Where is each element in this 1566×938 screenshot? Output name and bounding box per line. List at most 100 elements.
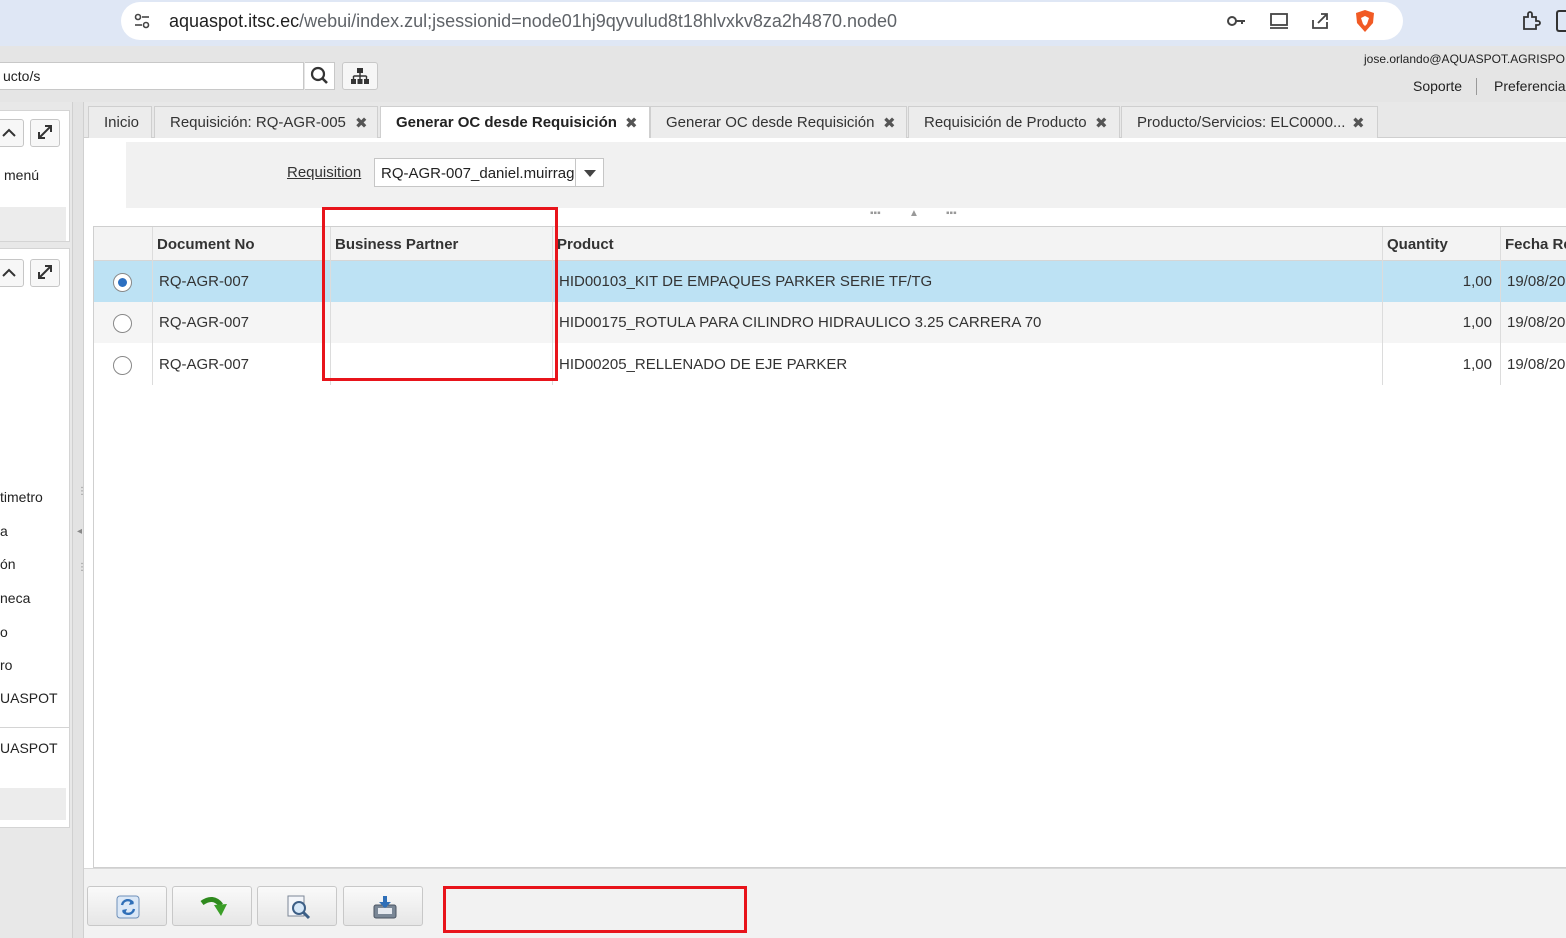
favorite-item[interactable]: o bbox=[0, 624, 8, 640]
zoom-icon bbox=[287, 895, 311, 920]
menu-label: menú bbox=[4, 167, 40, 183]
collapse-button-2[interactable] bbox=[0, 259, 24, 287]
close-icon[interactable]: ✖ bbox=[1095, 114, 1108, 132]
support-link[interactable]: Soporte bbox=[1413, 78, 1462, 94]
cell-quantity: 1,00 bbox=[1462, 314, 1492, 331]
sidebar-icon[interactable] bbox=[1556, 10, 1566, 32]
address-bar[interactable]: aquaspot.itsc.ec/webui/index.zul;jsessio… bbox=[121, 2, 1403, 40]
cast-icon[interactable] bbox=[1267, 10, 1291, 34]
brave-shield-icon[interactable] bbox=[1354, 9, 1376, 33]
ok-button[interactable] bbox=[172, 886, 252, 926]
column-header-document-no[interactable]: Document No bbox=[157, 236, 255, 253]
search-button[interactable] bbox=[305, 62, 335, 90]
favorite-item[interactable]: ón bbox=[0, 556, 16, 572]
activities-panel: UASPOT bbox=[0, 728, 70, 828]
tab-producto-servicios[interactable]: Producto/Servicios: ELC0000... ✖ bbox=[1121, 106, 1378, 138]
collapse-button[interactable] bbox=[0, 119, 24, 147]
refresh-button[interactable] bbox=[87, 886, 167, 926]
column-divider bbox=[152, 227, 153, 385]
grid-header bbox=[94, 227, 1566, 261]
left-splitter[interactable]: ⋮ ◂ ⋮ bbox=[72, 102, 87, 938]
maximize-button[interactable] bbox=[30, 119, 60, 147]
tab-label: Inicio bbox=[104, 114, 140, 131]
menu-panel-footer bbox=[0, 207, 66, 241]
collapse-handle[interactable]: ▪▪▪ bbox=[946, 208, 957, 219]
ok-arrow-icon bbox=[200, 897, 227, 916]
favorite-item[interactable]: UASPOT bbox=[0, 690, 58, 706]
cell-fecha: 19/08/20 bbox=[1507, 314, 1566, 331]
tab-requisicion-rq-agr-005[interactable]: Requisición: RQ-AGR-005 ✖ bbox=[154, 106, 378, 138]
key-icon[interactable] bbox=[1224, 10, 1248, 34]
requisition-field[interactable]: RQ-AGR-007_daniel.muirragui bbox=[374, 158, 576, 187]
browser-toolbar: aquaspot.itsc.ec/webui/index.zul;jsessio… bbox=[0, 0, 1566, 46]
collapse-arrow-icon[interactable]: ▲ bbox=[909, 208, 919, 219]
favorite-item[interactable]: a bbox=[0, 523, 8, 539]
search-icon bbox=[310, 66, 328, 84]
cell-fecha: 19/08/20 bbox=[1507, 273, 1566, 290]
tab-inicio[interactable]: Inicio bbox=[88, 106, 152, 138]
splitter-grip: ⋮ bbox=[77, 486, 87, 497]
table-row[interactable]: RQ-AGR-007 HID00205_RELLENADO DE EJE PAR… bbox=[94, 344, 1566, 385]
tab-label: Generar OC desde Requisición bbox=[666, 114, 875, 131]
tab-label: Producto/Servicios: ELC0000... bbox=[1137, 114, 1346, 131]
highlight-box-business-partner bbox=[322, 207, 558, 381]
expand-icon bbox=[38, 265, 52, 279]
column-header-fecha[interactable]: Fecha Re bbox=[1505, 236, 1566, 253]
highlight-box-status-area bbox=[443, 886, 747, 933]
zoom-button[interactable] bbox=[257, 886, 337, 926]
column-divider[interactable] bbox=[1382, 227, 1383, 385]
preferences-link[interactable]: Preferencia bbox=[1494, 78, 1566, 94]
header-separator bbox=[1476, 78, 1477, 95]
menu-panel: menú bbox=[0, 110, 70, 242]
splitter-arrow-icon[interactable]: ◂ bbox=[77, 527, 82, 537]
export-icon bbox=[373, 896, 397, 919]
close-icon[interactable]: ✖ bbox=[625, 114, 638, 132]
requisition-value: RQ-AGR-007_daniel.muirragui bbox=[381, 165, 576, 182]
splitter-grip: ⋮ bbox=[77, 562, 87, 573]
column-divider[interactable] bbox=[1500, 227, 1501, 385]
url-text[interactable]: aquaspot.itsc.ec/webui/index.zul;jsessio… bbox=[169, 11, 897, 32]
tab-label: Generar OC desde Requisición bbox=[396, 114, 617, 131]
menu-search-box[interactable] bbox=[0, 62, 304, 90]
favorites-panel: timetro a ón neca o ro UASPOT bbox=[0, 248, 70, 728]
row-select-radio[interactable] bbox=[113, 314, 132, 333]
favorite-item[interactable]: timetro bbox=[0, 489, 43, 505]
extensions-icon[interactable] bbox=[1520, 10, 1544, 34]
site-settings-icon[interactable] bbox=[133, 12, 151, 30]
menu-search-input[interactable] bbox=[0, 63, 303, 89]
user-name[interactable]: jose.orlando@AQUASPOT.AGRISPO bbox=[1364, 52, 1565, 66]
close-icon[interactable]: ✖ bbox=[883, 114, 896, 132]
refresh-icon bbox=[116, 895, 140, 919]
favorite-item[interactable]: UASPOT bbox=[0, 740, 58, 756]
collapse-handle[interactable]: ▪▪▪ bbox=[870, 208, 881, 219]
close-icon[interactable]: ✖ bbox=[355, 114, 368, 132]
requisition-dropdown-button[interactable] bbox=[575, 158, 604, 187]
table-row[interactable]: RQ-AGR-007 HID00103_KIT DE EMPAQUES PARK… bbox=[94, 261, 1566, 302]
cell-document-no: RQ-AGR-007 bbox=[159, 314, 250, 331]
maximize-button-2[interactable] bbox=[30, 259, 60, 287]
close-icon[interactable]: ✖ bbox=[1352, 114, 1365, 132]
cell-product: HID00103_KIT DE EMPAQUES PARKER SERIE TF… bbox=[559, 273, 933, 290]
favorite-item[interactable]: ro bbox=[0, 657, 12, 673]
tab-generar-oc[interactable]: Generar OC desde Requisición ✖ bbox=[650, 106, 907, 138]
export-button[interactable] bbox=[343, 886, 423, 926]
cell-product: HID00205_RELLENADO DE EJE PARKER bbox=[559, 356, 848, 373]
activities-footer bbox=[0, 788, 66, 820]
cell-document-no: RQ-AGR-007 bbox=[159, 356, 250, 373]
row-select-radio[interactable] bbox=[113, 273, 132, 292]
column-header-quantity[interactable]: Quantity bbox=[1387, 236, 1448, 253]
tree-menu-button[interactable] bbox=[342, 62, 378, 90]
requisition-label[interactable]: Requisition bbox=[287, 164, 361, 181]
sitemap-icon bbox=[351, 68, 369, 84]
share-icon[interactable] bbox=[1308, 10, 1332, 34]
tab-requisicion-producto[interactable]: Requisición de Producto ✖ bbox=[908, 106, 1120, 138]
tab-generar-oc-active[interactable]: Generar OC desde Requisición ✖ bbox=[380, 106, 650, 139]
column-header-product[interactable]: Product bbox=[557, 236, 614, 253]
chevron-up-icon bbox=[2, 128, 16, 137]
cell-fecha: 19/08/20 bbox=[1507, 356, 1566, 373]
row-select-radio[interactable] bbox=[113, 356, 132, 375]
expand-icon bbox=[38, 125, 52, 139]
cell-quantity: 1,00 bbox=[1462, 273, 1492, 290]
table-row[interactable]: RQ-AGR-007 HID00175_ROTULA PARA CILINDRO… bbox=[94, 302, 1566, 343]
favorite-item[interactable]: neca bbox=[0, 590, 30, 606]
